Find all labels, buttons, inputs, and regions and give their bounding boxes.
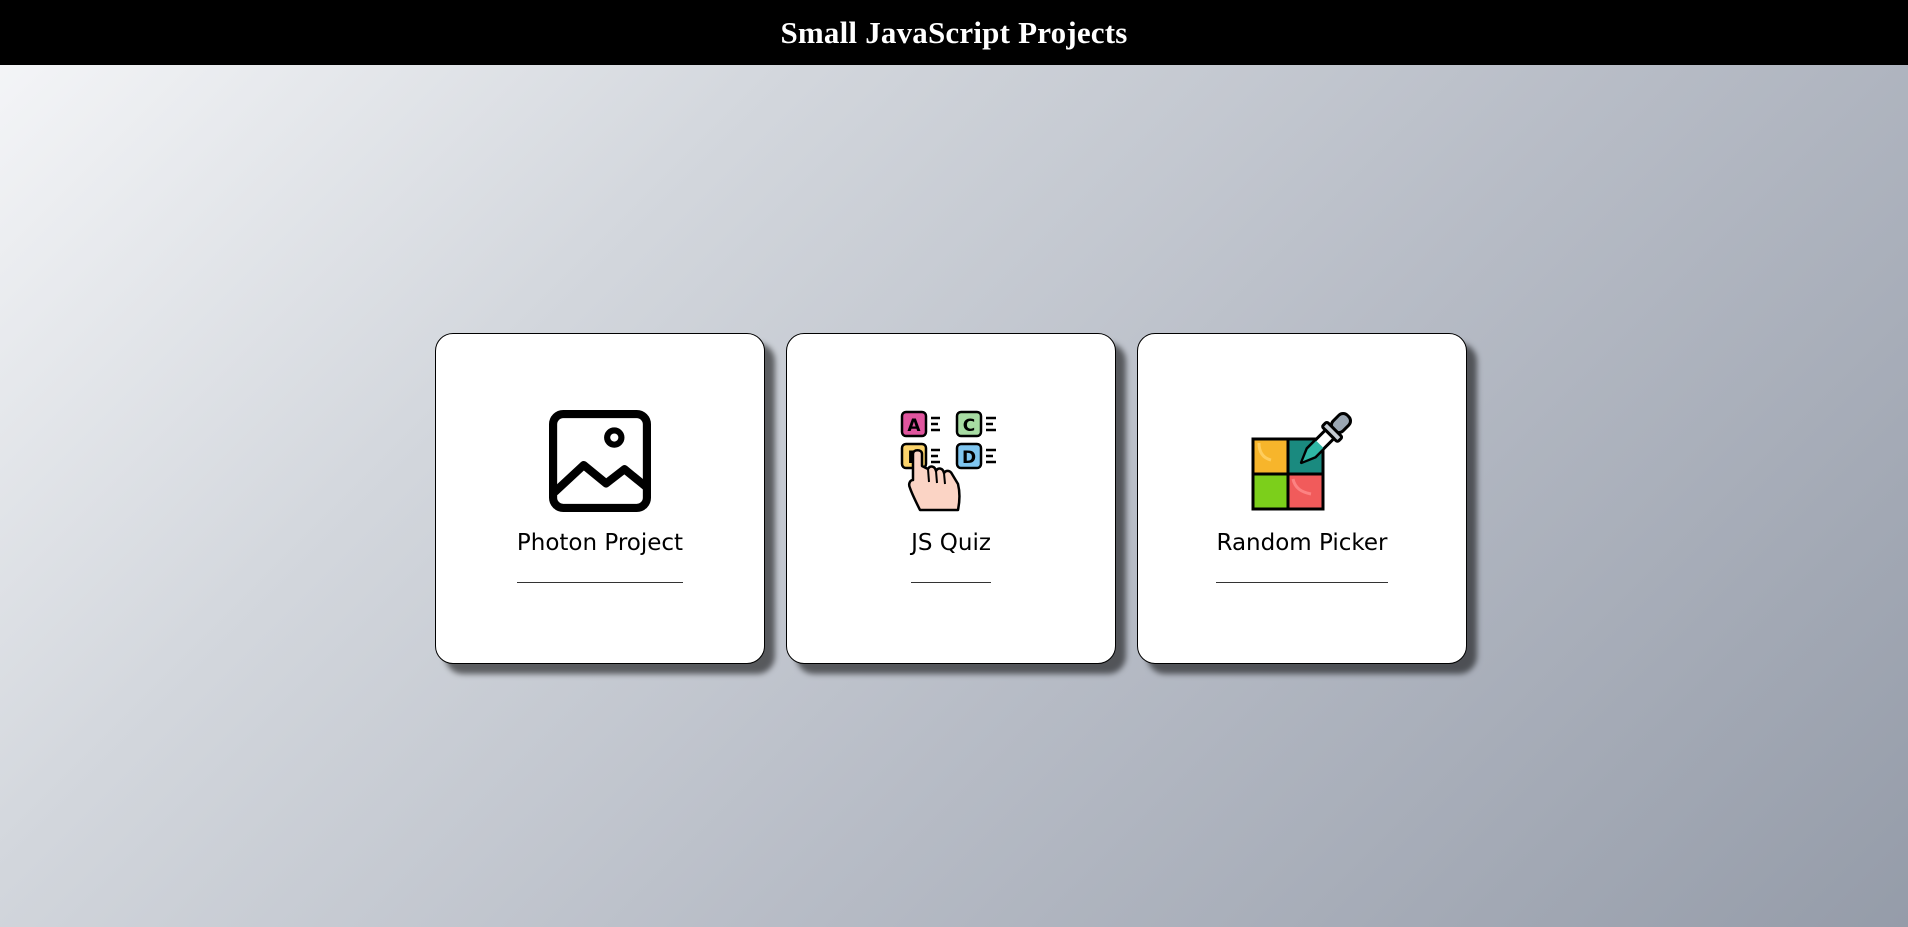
card-js-quiz[interactable]: A C B D <box>786 333 1116 664</box>
card-label: Photon Project <box>516 532 684 583</box>
color-picker-icon <box>1251 410 1353 512</box>
project-cards: Photon Project A C B <box>435 333 1467 664</box>
quiz-letter: D <box>962 448 976 468</box>
card-label: Random Picker <box>1216 532 1388 583</box>
card-label: JS Quiz <box>911 532 991 583</box>
image-icon <box>549 410 651 512</box>
quiz-letter: C <box>963 416 975 436</box>
header-bar: Small JavaScript Projects <box>0 0 1908 65</box>
quiz-icon: A C B D <box>900 410 1002 512</box>
card-photon-project[interactable]: Photon Project <box>435 333 765 664</box>
card-random-picker[interactable]: Random Picker <box>1137 333 1467 664</box>
quiz-letter: A <box>907 416 921 436</box>
page-title: Small JavaScript Projects <box>780 14 1128 50</box>
